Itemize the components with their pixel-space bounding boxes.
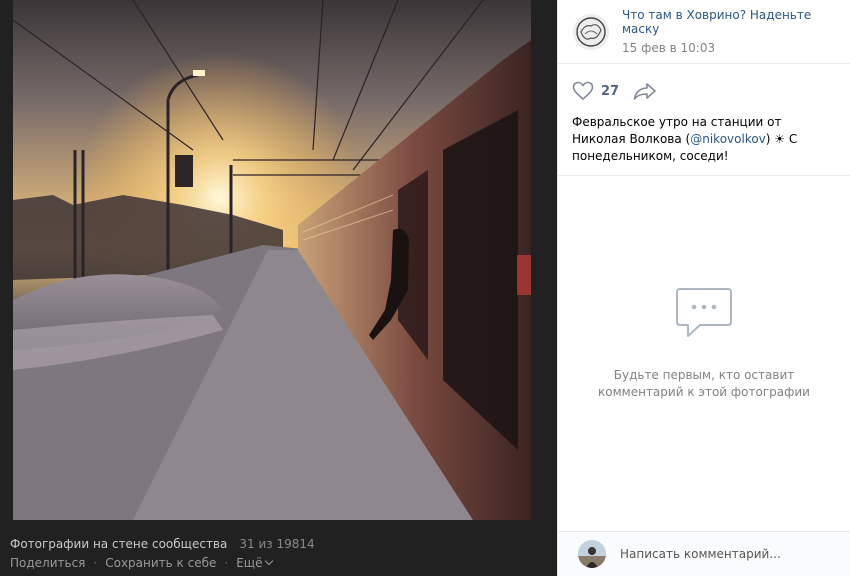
photo-image: [13, 0, 531, 520]
chevron-down-icon: [265, 556, 274, 566]
speech-bubble-icon: [676, 288, 732, 337]
more-label: Ещё: [236, 556, 263, 570]
author-mention-link[interactable]: @nikovolkov: [690, 132, 766, 146]
separator-dot: ·: [93, 556, 98, 570]
share-link[interactable]: Поделиться: [10, 556, 85, 570]
photo-pane: Фотографии на стене сообщества 31 из 198…: [0, 0, 557, 576]
like-count: 27: [601, 83, 620, 99]
empty-comments-line1: Будьте первым, кто оставит: [613, 368, 795, 382]
user-avatar[interactable]: [578, 540, 606, 568]
post-date[interactable]: 15 фев в 10:03: [622, 41, 835, 55]
like-button[interactable]: 27: [572, 81, 619, 101]
photo-footer: Фотографии на стене сообщества 31 из 198…: [10, 537, 537, 570]
empty-comments: Будьте первым, кто оставит комментарий к…: [558, 285, 850, 401]
share-arrow-icon: [633, 83, 656, 100]
side-panel: Что там в Ховрино? Наденьте маску 15 фев…: [557, 0, 850, 576]
photo[interactable]: [13, 0, 531, 520]
more-menu-button[interactable]: Ещё: [236, 556, 274, 570]
community-avatar[interactable]: [573, 13, 609, 50]
separator-dot: ·: [224, 556, 229, 570]
empty-comments-line2: комментарий к этой фотографии: [598, 385, 810, 399]
share-button[interactable]: [633, 81, 657, 101]
save-to-self-link[interactable]: Сохранить к себе: [105, 556, 216, 570]
community-name-link[interactable]: Что там в Ховрино? Наденьте маску: [622, 8, 835, 36]
post-body: 27 Февральское утро на станции от Никола…: [558, 64, 850, 176]
post-header: Что там в Ховрино? Наденьте маску 15 фев…: [558, 0, 850, 64]
photo-viewer: Фотографии на стене сообщества 31 из 198…: [0, 0, 850, 576]
reactions-bar: 27: [572, 80, 836, 102]
heart-icon: [572, 81, 594, 101]
post-text: Февральское утро на станции от Николая В…: [572, 114, 836, 165]
comment-composer: [558, 531, 850, 576]
comment-input[interactable]: [620, 547, 820, 561]
photo-counter: 31 из 19814: [239, 537, 315, 551]
album-title[interactable]: Фотографии на стене сообщества: [10, 537, 227, 551]
